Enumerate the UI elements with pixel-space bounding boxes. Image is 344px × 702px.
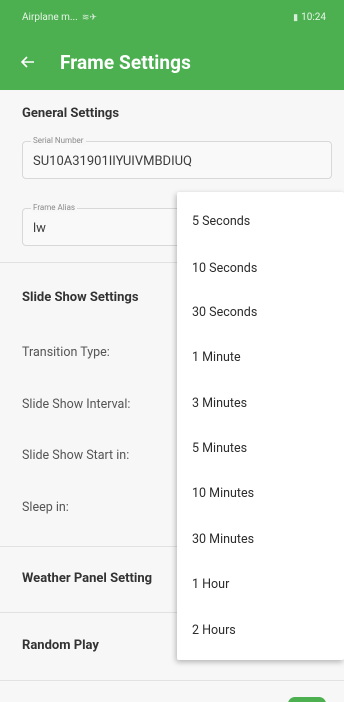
dropdown-option[interactable]: 3 Minutes	[192, 396, 247, 411]
dropdown-option[interactable]: 10 Seconds	[192, 261, 257, 276]
serial-number-field[interactable]: Serial Number SU10A31901IIYUIVMBDIUQ	[22, 136, 332, 179]
wifi-airplane-icon: ≋✈	[81, 12, 97, 23]
dropdown-option[interactable]: 1 Minute	[192, 350, 241, 365]
dropdown-option[interactable]: 5 Seconds	[192, 214, 250, 229]
battery-icon: ▮	[293, 12, 299, 23]
status-bar: Airplane m... ≋✈ ▮ 10:24	[0, 0, 344, 34]
dropdown-option[interactable]: 2 Hours	[192, 623, 236, 638]
arrow-left-icon[interactable]	[0, 34, 56, 90]
slideshow-start-label[interactable]: Slide Show Start in:	[22, 448, 129, 463]
dropdown-option[interactable]: 10 Minutes	[192, 486, 254, 501]
random-play-title[interactable]: Random Play	[22, 638, 99, 653]
status-bar-left: Airplane m... ≋✈	[22, 12, 97, 23]
status-bar-right: ▮ 10:24	[293, 12, 326, 23]
status-time: 10:24	[301, 12, 326, 23]
frame-alias-value: lw	[33, 221, 46, 236]
dropdown-option[interactable]: 30 Minutes	[192, 532, 254, 547]
page-title: Frame Settings	[60, 50, 191, 74]
back-arrow-svg	[20, 56, 34, 68]
weather-panel-title[interactable]: Weather Panel Setting	[22, 571, 152, 586]
serial-number-label: Serial Number	[31, 136, 86, 145]
dropdown-option[interactable]: 1 Hour	[192, 577, 229, 592]
app-bar: Frame Settings	[0, 34, 344, 90]
frame-alias-label: Frame Alias	[31, 203, 78, 212]
serial-number-value: SU10A31901IIYUIVMBDIUQ	[33, 154, 192, 169]
slideshow-interval-label[interactable]: Slide Show Interval:	[22, 397, 130, 412]
carrier-text: Airplane m...	[22, 12, 78, 23]
divider	[0, 680, 344, 681]
sleep-in-label[interactable]: Sleep in:	[22, 500, 69, 515]
toggle-switch[interactable]	[288, 697, 326, 702]
dropdown-option[interactable]: 5 Minutes	[192, 441, 247, 456]
transition-type-label[interactable]: Transition Type:	[22, 345, 110, 360]
general-settings-title: General Settings	[22, 106, 120, 121]
dropdown-option[interactable]: 30 Seconds	[192, 305, 257, 320]
interval-dropdown-menu: 5 Seconds 10 Seconds 30 Seconds 1 Minute…	[177, 192, 344, 660]
slideshow-settings-title: Slide Show Settings	[22, 290, 139, 305]
